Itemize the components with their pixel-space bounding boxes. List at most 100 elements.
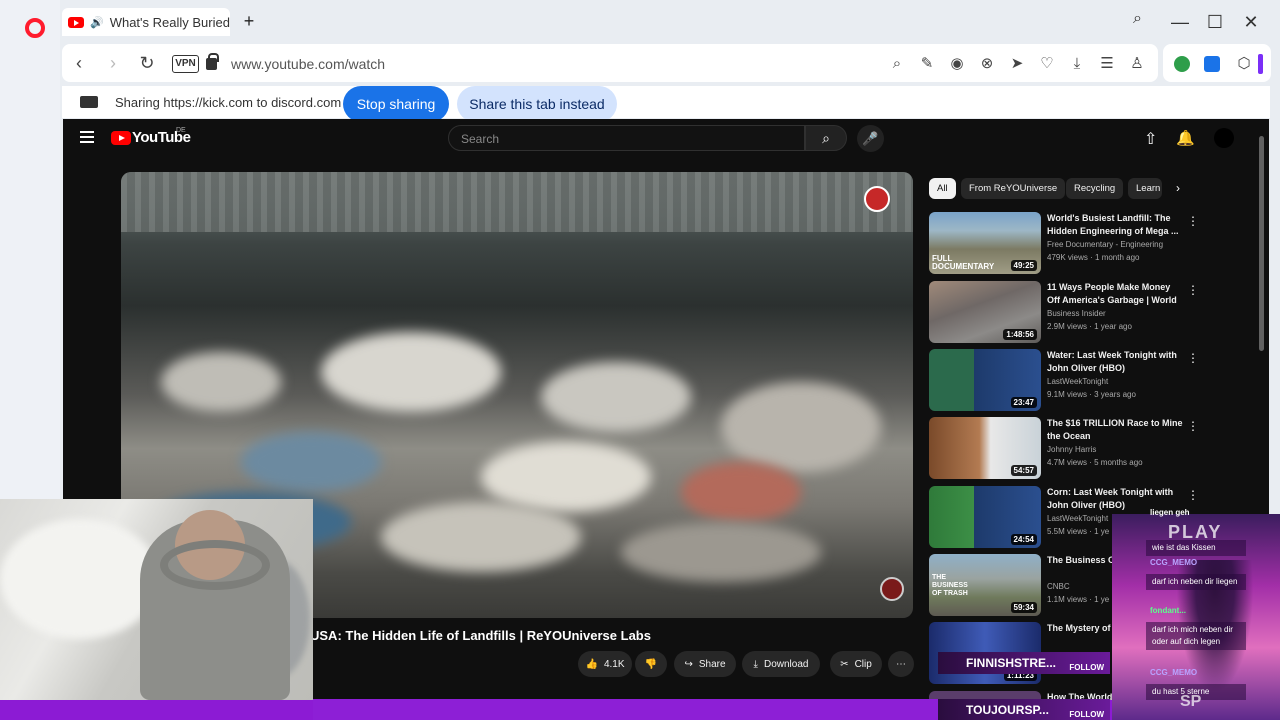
recommendation-title[interactable]: World's Busiest Landfill: The Hidden Eng… <box>1047 212 1183 238</box>
search-tabs-icon[interactable]: ⌕ <box>1133 10 1142 28</box>
chat-extension-icon[interactable] <box>1174 56 1190 72</box>
chat-message: darf ich neben dir liegen <box>1146 574 1246 590</box>
more-options-icon[interactable]: ⋮ <box>1187 351 1199 365</box>
conveyor-belt <box>121 172 913 232</box>
like-button[interactable]: 👍 4.1K <box>578 651 632 677</box>
heart-icon[interactable]: ♡ <box>1037 54 1057 74</box>
search-button-icon[interactable]: ⌕ <box>805 125 847 151</box>
video-thumbnail[interactable]: 1:48:56 <box>929 281 1041 343</box>
channel-name[interactable]: Johnny Harris <box>1047 445 1096 454</box>
screen: 🔊 What's Really Buried U + ⌕ — ☐ ✕ ‹ › ↻… <box>0 0 1280 720</box>
new-tab-button[interactable]: + <box>238 10 260 32</box>
recommendation-item[interactable]: 54:57 The $16 TRILLION Race to Mine the … <box>929 417 1269 479</box>
upload-icon[interactable]: ⇧ <box>1144 129 1157 149</box>
chip-learn[interactable]: Learn <box>1128 178 1162 199</box>
chip-recycling[interactable]: Recycling <box>1066 178 1124 199</box>
chip-all[interactable]: All <box>929 178 956 199</box>
more-options-icon[interactable]: ⋮ <box>1187 488 1199 502</box>
camera-icon[interactable]: ◉ <box>947 54 967 74</box>
duration-badge: 49:25 <box>1010 260 1037 271</box>
webcam-hood <box>160 540 270 590</box>
dislike-button[interactable]: 👎 <box>635 651 667 677</box>
like-count: 4.1K <box>603 658 625 670</box>
chat-username: fondant... <box>1150 606 1186 615</box>
extensions-icon[interactable]: ⬡ <box>1234 54 1254 74</box>
duration-badge: 23:47 <box>1010 397 1037 408</box>
share-button[interactable]: ↪ Share <box>674 651 736 677</box>
download-button[interactable]: ⤓ Download <box>742 651 820 677</box>
url-field[interactable]: www.youtube.com/watch <box>231 56 385 72</box>
reload-icon[interactable]: ↻ <box>130 46 164 80</box>
microphone-icon[interactable]: 🎤 <box>857 125 884 152</box>
stop-sharing-button[interactable]: Stop sharing <box>343 86 449 122</box>
send-icon[interactable]: ➤ <box>1007 54 1027 74</box>
notifications-bell-icon[interactable]: 🔔 <box>1176 129 1195 147</box>
download-icon[interactable]: ⤓ <box>1067 54 1087 74</box>
sharing-text: Sharing https://kick.com to discord.com <box>115 95 342 110</box>
maximize-button[interactable]: ☐ <box>1200 8 1230 36</box>
more-options-icon[interactable]: ⋮ <box>1187 419 1199 433</box>
chat-message: darf ich mich neben dir oder auf dich le… <box>1146 622 1246 650</box>
back-icon[interactable]: ‹ <box>62 46 96 80</box>
streamer-name: FINNISHSTRE... <box>966 656 1057 670</box>
channel-name[interactable]: Business Insider <box>1047 309 1106 318</box>
more-actions-button[interactable]: ⋯ <box>888 651 914 677</box>
view-meta: 479K views · 1 month ago <box>1047 253 1140 262</box>
minimize-button[interactable]: — <box>1165 8 1195 36</box>
lock-icon[interactable] <box>206 53 219 70</box>
close-button[interactable]: ✕ <box>1236 8 1266 36</box>
share-this-tab-button[interactable]: Share this tab instead <box>457 86 617 122</box>
chip-from-channel[interactable]: From ReYOUniverse <box>961 178 1066 199</box>
video-thumbnail[interactable]: 24:54 <box>929 486 1041 548</box>
search-input[interactable]: Search <box>448 125 805 151</box>
recommendation-title[interactable]: 11 Ways People Make Money Off America's … <box>1047 281 1183 307</box>
chat-footer: SP <box>1180 693 1202 710</box>
view-meta: 5.5M views · 1 ye <box>1047 527 1110 536</box>
edit-icon[interactable]: ✎ <box>917 54 937 74</box>
opera-logo-icon[interactable] <box>25 18 45 38</box>
channel-name[interactable]: LastWeekTonight <box>1047 377 1108 386</box>
channel-watermark-icon[interactable] <box>864 186 890 212</box>
translate-icon[interactable] <box>1204 56 1220 72</box>
account-icon[interactable]: ♙ <box>1127 54 1147 74</box>
download-icon: ⤓ <box>753 658 758 670</box>
video-thumbnail[interactable]: 23:47 <box>929 349 1041 411</box>
chat-username: CCG_MEMO <box>1150 668 1198 677</box>
avatar[interactable] <box>1214 128 1234 148</box>
streamer-name: TOUJOURSP... <box>966 703 1049 717</box>
video-thumbnail[interactable]: 54:57 <box>929 417 1041 479</box>
recommendation-item[interactable]: FULL DOCUMENTARY 49:25 World's Busiest La… <box>929 212 1269 274</box>
scrollbar[interactable] <box>1259 136 1264 351</box>
clip-button[interactable]: ✂ Clip <box>830 651 882 677</box>
download-label: Download <box>763 658 809 670</box>
search-in-page-icon[interactable]: ⌕ <box>887 54 907 74</box>
recommendation-item[interactable]: 23:47 Water: Last Week Tonight with John… <box>929 349 1269 411</box>
video-thumbnail[interactable]: THE BUSINESS OF TRASH 59:34 <box>929 554 1041 616</box>
video-title: USA: The Hidden Life of Landfills | ReYO… <box>310 628 651 643</box>
follow-label: FOLLOW <box>1069 663 1104 672</box>
video-thumbnail[interactable]: FULL DOCUMENTARY 49:25 <box>929 212 1041 274</box>
chat-message: wie ist das Kissen <box>1146 540 1246 556</box>
recommendation-title[interactable]: The $16 TRILLION Race to Mine the Ocean <box>1047 417 1183 443</box>
vpn-badge[interactable]: VPN <box>172 55 199 73</box>
adblock-icon[interactable]: ⊗ <box>977 54 997 74</box>
channel-name[interactable]: Free Documentary - Engineering <box>1047 240 1163 249</box>
youtube-logo-icon[interactable] <box>111 131 131 145</box>
hamburger-menu-icon[interactable] <box>80 131 94 143</box>
sidebar-toggle-accent[interactable] <box>1258 54 1263 74</box>
streamer-badge: TOUJOURSP... FOLLOW <box>938 699 1110 720</box>
browser-tab[interactable]: 🔊 What's Really Buried U <box>62 8 230 36</box>
recommendation-title[interactable]: Water: Last Week Tonight with John Olive… <box>1047 349 1183 375</box>
chevron-right-icon[interactable]: › <box>1176 181 1180 195</box>
stream-overlay-strip <box>313 699 938 720</box>
speaker-icon[interactable]: 🔊 <box>90 16 104 29</box>
share-label: Share <box>698 658 726 670</box>
more-options-icon[interactable]: ⋮ <box>1187 283 1199 297</box>
channel-name[interactable]: LastWeekTonight <box>1047 514 1108 523</box>
easy-setup-icon[interactable]: ☰ <box>1097 54 1117 74</box>
scissors-icon: ✂ <box>840 658 849 670</box>
forward-icon[interactable]: › <box>96 46 130 80</box>
more-options-icon[interactable]: ⋮ <box>1187 214 1199 228</box>
channel-name[interactable]: CNBC <box>1047 582 1070 591</box>
recommendation-item[interactable]: 1:48:56 11 Ways People Make Money Off Am… <box>929 281 1269 343</box>
